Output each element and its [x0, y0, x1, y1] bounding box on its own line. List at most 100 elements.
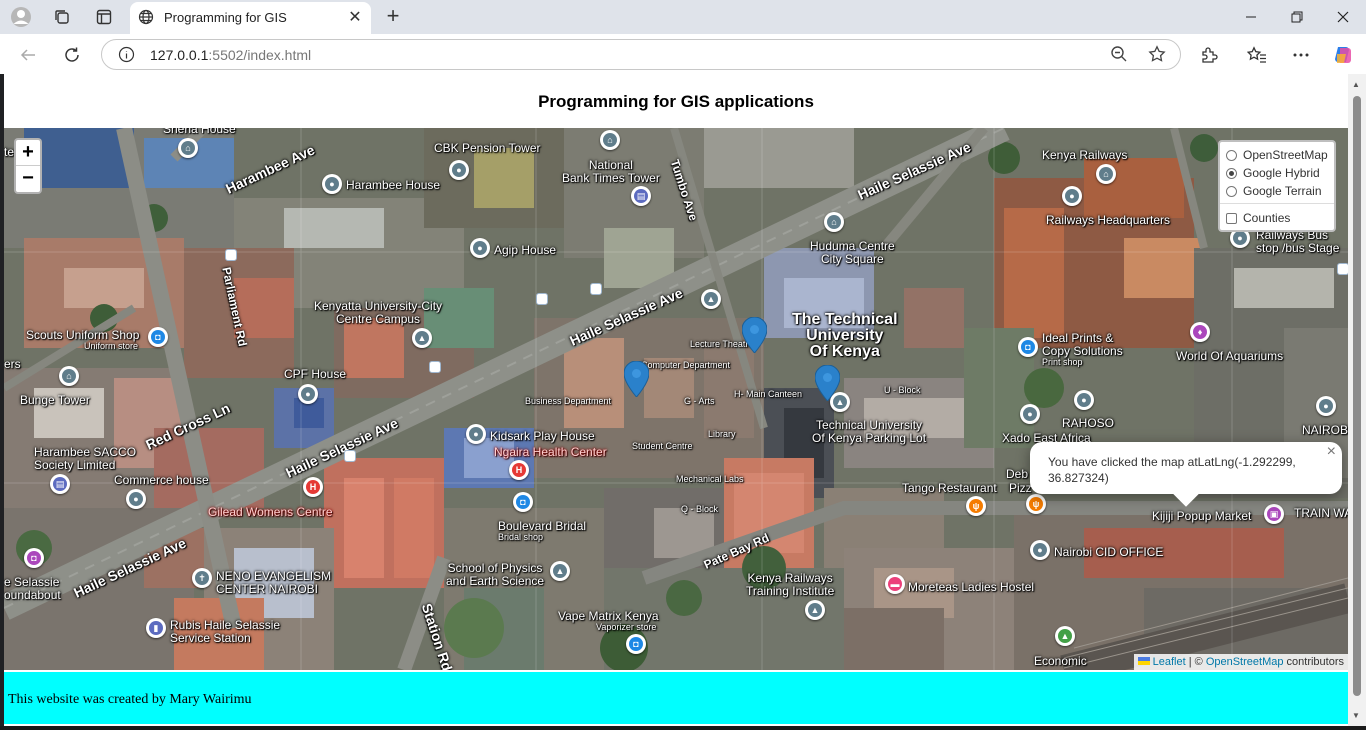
tab-title: Programming for GIS [164, 10, 287, 25]
label-railways-hq: Railways Headquarters [1046, 213, 1171, 227]
layer-option-openstreetmap[interactable]: OpenStreetMap [1226, 146, 1328, 164]
poi-gas-station-icon[interactable]: ▮ [146, 618, 166, 638]
close-tab-icon[interactable]: ✕ [345, 7, 365, 27]
label-cpf-house: CPF House [284, 367, 347, 381]
poi-pet-store-icon[interactable]: ♦ [1190, 322, 1210, 342]
poi-shop-icon[interactable]: ◘ [513, 492, 533, 512]
label-boulevard-sub: Bridal shop [498, 532, 544, 542]
popup-close-button[interactable]: × [1327, 444, 1336, 460]
poi-government-icon[interactable]: ⌂ [600, 130, 620, 150]
address-bar[interactable]: 127.0.0.1:5502/index.html [101, 39, 1181, 70]
poi-shop-icon[interactable]: ◘ [24, 548, 44, 568]
leaflet-link[interactable]: Leaflet [1153, 656, 1186, 668]
scroll-up-arrow-icon[interactable]: ▲ [1352, 80, 1360, 89]
minimize-button[interactable] [1228, 0, 1274, 34]
label-huduma-centre: Huduma Centre City Square [810, 239, 895, 266]
collections-icon[interactable] [51, 6, 73, 28]
map-container[interactable]: Sheria House tes CBK Pension Tower Tumbo… [4, 128, 1348, 670]
overlay-option-counties[interactable]: Counties [1226, 209, 1328, 227]
poi-building-icon[interactable]: ● [1062, 186, 1082, 206]
bus-stop-icon[interactable] [536, 293, 548, 305]
poi-school-icon[interactable]: ▲ [550, 561, 570, 581]
poi-school-icon[interactable]: ▲ [805, 600, 825, 620]
label-nairobi-cid: Nairobi CID OFFICE [1054, 545, 1164, 559]
copilot-icon[interactable] [1330, 42, 1356, 68]
poi-building-icon[interactable]: ● [298, 384, 318, 404]
back-arrow-icon[interactable] [15, 42, 41, 68]
poi-hospital-icon[interactable]: H [303, 477, 323, 497]
zoom-control: + − [14, 138, 42, 194]
radio-google-terrain[interactable] [1226, 185, 1237, 197]
openstreetmap-link[interactable]: OpenStreetMap [1206, 656, 1284, 668]
map-marker-icon[interactable] [742, 317, 767, 353]
layer-label: Google Hybrid [1243, 166, 1320, 180]
poi-church-icon[interactable]: ✝ [192, 568, 212, 588]
poi-building-icon[interactable]: ● [1074, 390, 1094, 410]
restore-button[interactable] [1274, 0, 1320, 34]
site-info-icon[interactable] [118, 46, 135, 68]
poi-shop-icon[interactable]: ◘ [1018, 337, 1038, 357]
label-kijiji-market: Kijiji Popup Market [1152, 509, 1252, 523]
vertical-tabs-icon[interactable] [93, 6, 115, 28]
label-gilead-womens: Gilead Womens Centre [208, 505, 333, 519]
new-tab-button[interactable]: + [381, 5, 405, 29]
scrollbar-thumb[interactable] [1353, 96, 1361, 696]
poi-police-icon[interactable]: ● [1030, 540, 1050, 560]
poi-restaurant-icon[interactable]: ψ [1026, 494, 1046, 514]
extensions-icon[interactable] [1196, 42, 1222, 68]
bus-stop-icon[interactable] [344, 450, 356, 462]
poi-restaurant-icon[interactable]: ψ [966, 496, 986, 516]
poi-government-icon[interactable]: ⌂ [59, 366, 79, 386]
poi-hospital-icon[interactable]: H [509, 460, 529, 480]
tab-active[interactable]: Programming for GIS ✕ [130, 2, 371, 34]
radio-google-hybrid[interactable] [1226, 167, 1237, 179]
zoom-out-icon[interactable] [1110, 45, 1128, 68]
label-mechanical-labs: Mechanical Labs [676, 474, 744, 484]
profile-icon[interactable] [10, 6, 32, 28]
more-options-icon[interactable] [1288, 42, 1314, 68]
page-scrollbar[interactable]: ▲ ▼ [1348, 74, 1366, 726]
poi-building-icon[interactable]: ● [466, 424, 486, 444]
layer-option-google-terrain[interactable]: Google Terrain [1226, 182, 1328, 200]
bus-stop-icon[interactable] [429, 361, 441, 373]
poi-tree-icon[interactable]: ▲ [1055, 626, 1075, 646]
poi-government-icon[interactable]: ⌂ [178, 138, 198, 158]
layer-control: OpenStreetMap Google Hybrid Google Terra… [1218, 140, 1336, 232]
poi-school-icon[interactable]: ▲ [701, 289, 721, 309]
zoom-out-button[interactable]: − [16, 166, 40, 192]
favorite-star-icon[interactable] [1148, 45, 1166, 68]
poi-market-icon[interactable]: ▣ [1264, 504, 1284, 524]
zoom-in-button[interactable]: + [16, 140, 40, 166]
map-marker-icon[interactable] [624, 361, 649, 397]
poi-government-icon[interactable]: ⌂ [1096, 164, 1116, 184]
bus-stop-icon[interactable] [225, 249, 237, 261]
page-footer: This website was created by Mary Wairimu [4, 672, 1348, 724]
checkbox-counties[interactable] [1226, 212, 1237, 224]
poi-building-icon[interactable]: ● [449, 160, 469, 180]
ukraine-flag-icon [1137, 657, 1150, 665]
layer-option-google-hybrid[interactable]: Google Hybrid [1226, 164, 1328, 182]
poi-building-icon[interactable]: ● [1020, 404, 1040, 424]
bus-stop-icon[interactable] [1337, 263, 1348, 275]
poi-building-icon[interactable]: ● [470, 238, 490, 258]
close-window-button[interactable] [1320, 0, 1366, 34]
favorites-icon[interactable] [1244, 42, 1270, 68]
radio-openstreetmap[interactable] [1226, 149, 1237, 161]
poi-building-icon[interactable]: ● [322, 174, 342, 194]
scroll-down-arrow-icon[interactable]: ▼ [1352, 711, 1360, 720]
refresh-icon[interactable] [59, 42, 85, 68]
poi-bank-icon[interactable]: ▤ [50, 474, 70, 494]
poi-building-icon[interactable]: ● [126, 489, 146, 509]
poi-shop-icon[interactable]: ◘ [148, 327, 168, 347]
poi-hostel-icon[interactable]: ▬ [885, 574, 905, 594]
poi-school-icon[interactable]: ▲ [412, 328, 432, 348]
poi-building-icon[interactable]: ● [1316, 396, 1336, 416]
label-kenya-railways: Kenya Railways [1042, 148, 1128, 162]
label-bunge-tower: Bunge Tower [20, 393, 90, 407]
map-marker-icon[interactable] [815, 365, 840, 401]
bus-stop-icon[interactable] [590, 283, 602, 295]
poi-bank-icon[interactable]: ▤ [631, 186, 651, 206]
label-tango-restaurant: Tango Restaurant [902, 481, 997, 495]
poi-shop-icon[interactable]: ◘ [626, 634, 646, 654]
poi-government-icon[interactable]: ⌂ [824, 212, 844, 232]
